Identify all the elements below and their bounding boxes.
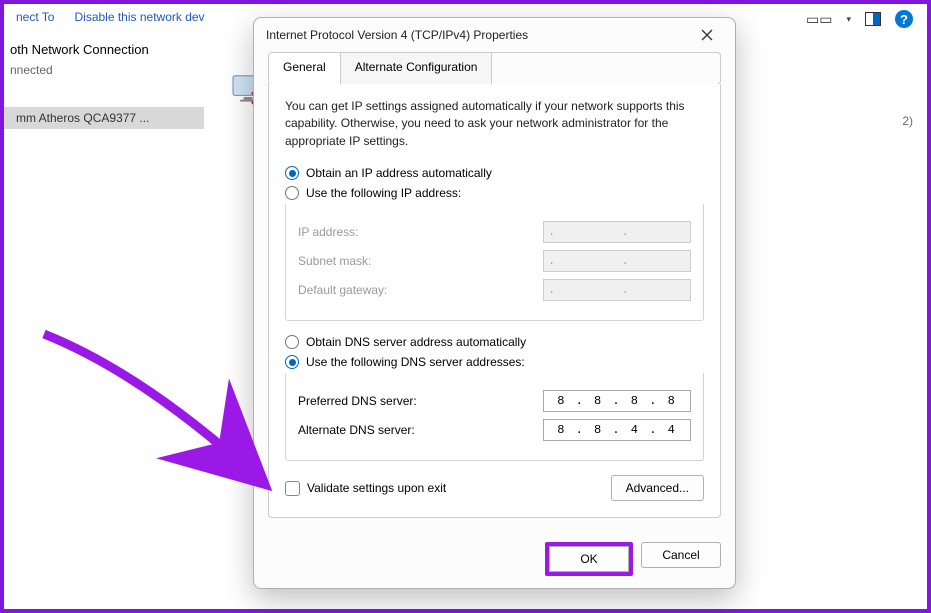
ip-address-input bbox=[543, 221, 691, 243]
radio-icon bbox=[285, 186, 299, 200]
alternate-dns-label: Alternate DNS server: bbox=[298, 423, 415, 437]
description-text: You can get IP settings assigned automat… bbox=[285, 98, 704, 150]
alternate-dns-input[interactable] bbox=[543, 419, 691, 441]
tab-strip: General Alternate Configuration bbox=[268, 52, 721, 85]
radio-ip-auto[interactable]: Obtain an IP address automatically bbox=[285, 166, 704, 180]
radio-icon bbox=[285, 335, 299, 349]
tab-general[interactable]: General bbox=[269, 53, 341, 84]
gateway-label: Default gateway: bbox=[298, 283, 387, 297]
cancel-button[interactable]: Cancel bbox=[641, 542, 721, 568]
ipv4-properties-dialog: Internet Protocol Version 4 (TCP/IPv4) P… bbox=[253, 17, 736, 589]
validate-label: Validate settings upon exit bbox=[307, 481, 446, 495]
checkbox-icon bbox=[285, 481, 300, 496]
close-icon[interactable] bbox=[691, 21, 723, 49]
radio-dns-manual-label: Use the following DNS server addresses: bbox=[306, 355, 525, 369]
dialog-title: Internet Protocol Version 4 (TCP/IPv4) P… bbox=[266, 28, 691, 42]
connect-to-link[interactable]: nect To bbox=[16, 10, 54, 26]
radio-icon bbox=[285, 355, 299, 369]
gateway-input bbox=[543, 279, 691, 301]
help-icon[interactable]: ? bbox=[895, 10, 913, 28]
radio-dns-auto[interactable]: Obtain DNS server address automatically bbox=[285, 335, 704, 349]
ok-highlight-annotation: OK bbox=[545, 542, 633, 576]
radio-dns-manual[interactable]: Use the following DNS server addresses: bbox=[285, 355, 704, 369]
ip-fields-group: IP address: Subnet mask: Default gateway… bbox=[285, 204, 704, 321]
tab-alternate[interactable]: Alternate Configuration bbox=[341, 53, 493, 84]
radio-ip-manual-label: Use the following IP address: bbox=[306, 186, 461, 200]
preview-pane-icon[interactable] bbox=[865, 12, 881, 26]
validate-checkbox-row[interactable]: Validate settings upon exit bbox=[285, 481, 446, 496]
subnet-mask-label: Subnet mask: bbox=[298, 254, 371, 268]
radio-ip-manual[interactable]: Use the following IP address: bbox=[285, 186, 704, 200]
view-dropdown-icon[interactable]: ▾ bbox=[846, 14, 851, 25]
advanced-button[interactable]: Advanced... bbox=[611, 475, 704, 501]
ok-button[interactable]: OK bbox=[549, 546, 629, 572]
radio-icon bbox=[285, 166, 299, 180]
adapter-desc: mm Atheros QCA9377 ... bbox=[16, 111, 149, 125]
dns-fields-group: Preferred DNS server: Alternate DNS serv… bbox=[285, 373, 704, 461]
radio-ip-auto-label: Obtain an IP address automatically bbox=[306, 166, 492, 180]
subnet-mask-input bbox=[543, 250, 691, 272]
radio-dns-auto-label: Obtain DNS server address automatically bbox=[306, 335, 526, 349]
preferred-dns-input[interactable] bbox=[543, 390, 691, 412]
disable-device-link[interactable]: Disable this network dev bbox=[74, 10, 204, 26]
view-layout-icon[interactable]: ▭▭ bbox=[806, 11, 832, 28]
adapter-item-selected[interactable]: mm Atheros QCA9377 ... bbox=[4, 107, 204, 129]
tab-panel-general: You can get IP settings assigned automat… bbox=[268, 84, 721, 518]
ip-address-label: IP address: bbox=[298, 225, 358, 239]
preferred-dns-label: Preferred DNS server: bbox=[298, 394, 417, 408]
adapter-count-suffix: 2) bbox=[902, 114, 913, 128]
